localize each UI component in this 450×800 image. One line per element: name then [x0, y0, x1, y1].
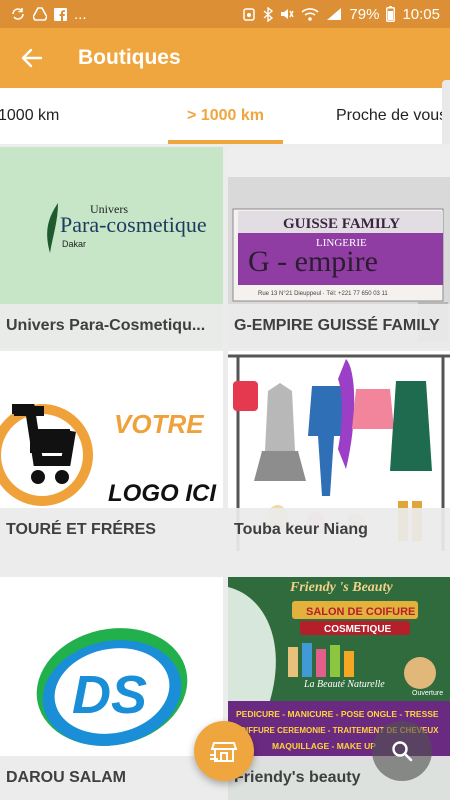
tab-over-1000-km[interactable]: > 1000 km	[168, 88, 283, 144]
svg-text:DS: DS	[72, 665, 147, 725]
svg-text:SALON DE COIFURE: SALON DE COIFURE	[306, 606, 415, 618]
shop-grid: Univers Para-cosmetique Dakar Univers Pa…	[0, 144, 450, 800]
search-fab-button[interactable]	[372, 721, 432, 781]
battery-icon	[386, 6, 396, 22]
shop-fab-button[interactable]	[194, 721, 254, 781]
shop-card-touba-keur-niang[interactable]: Touba keur Niang	[228, 351, 450, 552]
sync-icon	[10, 7, 26, 21]
svg-text:La Beauté Naturelle: La Beauté Naturelle	[303, 679, 385, 690]
bluetooth-icon	[263, 6, 274, 22]
svg-text:VOTRE: VOTRE	[114, 409, 204, 439]
store-icon	[210, 742, 238, 762]
arrow-back-icon	[21, 48, 43, 68]
svg-text:MAQUILLAGE - MAKE UP: MAQUILLAGE - MAKE UP	[272, 741, 376, 751]
svg-text:Para-cosmetique: Para-cosmetique	[60, 212, 207, 237]
mute-icon	[280, 7, 295, 21]
back-button[interactable]	[0, 28, 64, 88]
shop-card-univers-para-cosmetique[interactable]: Univers Para-cosmetique Dakar Univers Pa…	[0, 147, 223, 348]
wifi-icon	[301, 7, 319, 21]
alarm-icon	[242, 7, 256, 21]
drive-icon	[33, 7, 47, 21]
tab-proche-de-vous[interactable]: Proche de vous	[336, 88, 450, 144]
battery-percent: 79%	[349, 5, 380, 23]
svg-text:Friendy 's Beauty: Friendy 's Beauty	[289, 580, 393, 595]
shop-name: G-EMPIRE GUISSÉ FAMILY	[228, 304, 450, 348]
shop-name: Univers Para-Cosmetiqu...	[0, 304, 223, 348]
system-icons: 79% 10:05	[242, 6, 440, 23]
notification-overflow: ...	[74, 5, 87, 23]
tab-1000-km[interactable]: 1000 km	[0, 88, 78, 144]
search-icon	[392, 741, 413, 762]
distance-tabs: 1000 km > 1000 km Proche de vous	[0, 88, 450, 144]
svg-text:Ouverture: Ouverture	[412, 690, 443, 697]
signal-icon	[326, 7, 342, 21]
status-bar: ... 79% 10:05	[0, 0, 450, 28]
edge-panel-handle[interactable]	[442, 80, 450, 150]
shop-name: TOURÉ ET FRÉRES	[0, 508, 223, 552]
app-bar: Boutiques	[0, 28, 450, 88]
svg-text:Dakar: Dakar	[62, 239, 86, 249]
shop-name: Touba keur Niang	[228, 508, 450, 552]
clock: 10:05	[402, 5, 440, 23]
notification-icons: ...	[10, 6, 87, 23]
svg-text:Rue 13 N°21 Dieuppeul · Tél: +: Rue 13 N°21 Dieuppeul · Tél: +221 77 650…	[258, 291, 388, 297]
svg-text:PEDICURE - MANICURE - POSE ONG: PEDICURE - MANICURE - POSE ONGLE - TRESS…	[236, 709, 439, 719]
svg-text:G - empire: G - empire	[248, 245, 378, 278]
facebook-icon	[54, 7, 67, 21]
svg-text:COSMETIQUE: COSMETIQUE	[324, 624, 392, 635]
shop-name: DAROU SALAM	[0, 756, 223, 800]
shop-card-darou-salam[interactable]: DS DAROU SALAM	[0, 577, 223, 800]
svg-text:LOGO ICI: LOGO ICI	[108, 480, 217, 507]
page-title: Boutiques	[78, 46, 181, 69]
shop-card-toure-et-freres[interactable]: VOTRE LOGO ICI TOURÉ ET FRÉRES	[0, 351, 223, 552]
svg-text:GUISSE FAMILY: GUISSE FAMILY	[283, 216, 400, 232]
shop-card-g-empire[interactable]: GUISSE FAMILY LINGERIE G - empire Rue 13…	[228, 147, 450, 348]
